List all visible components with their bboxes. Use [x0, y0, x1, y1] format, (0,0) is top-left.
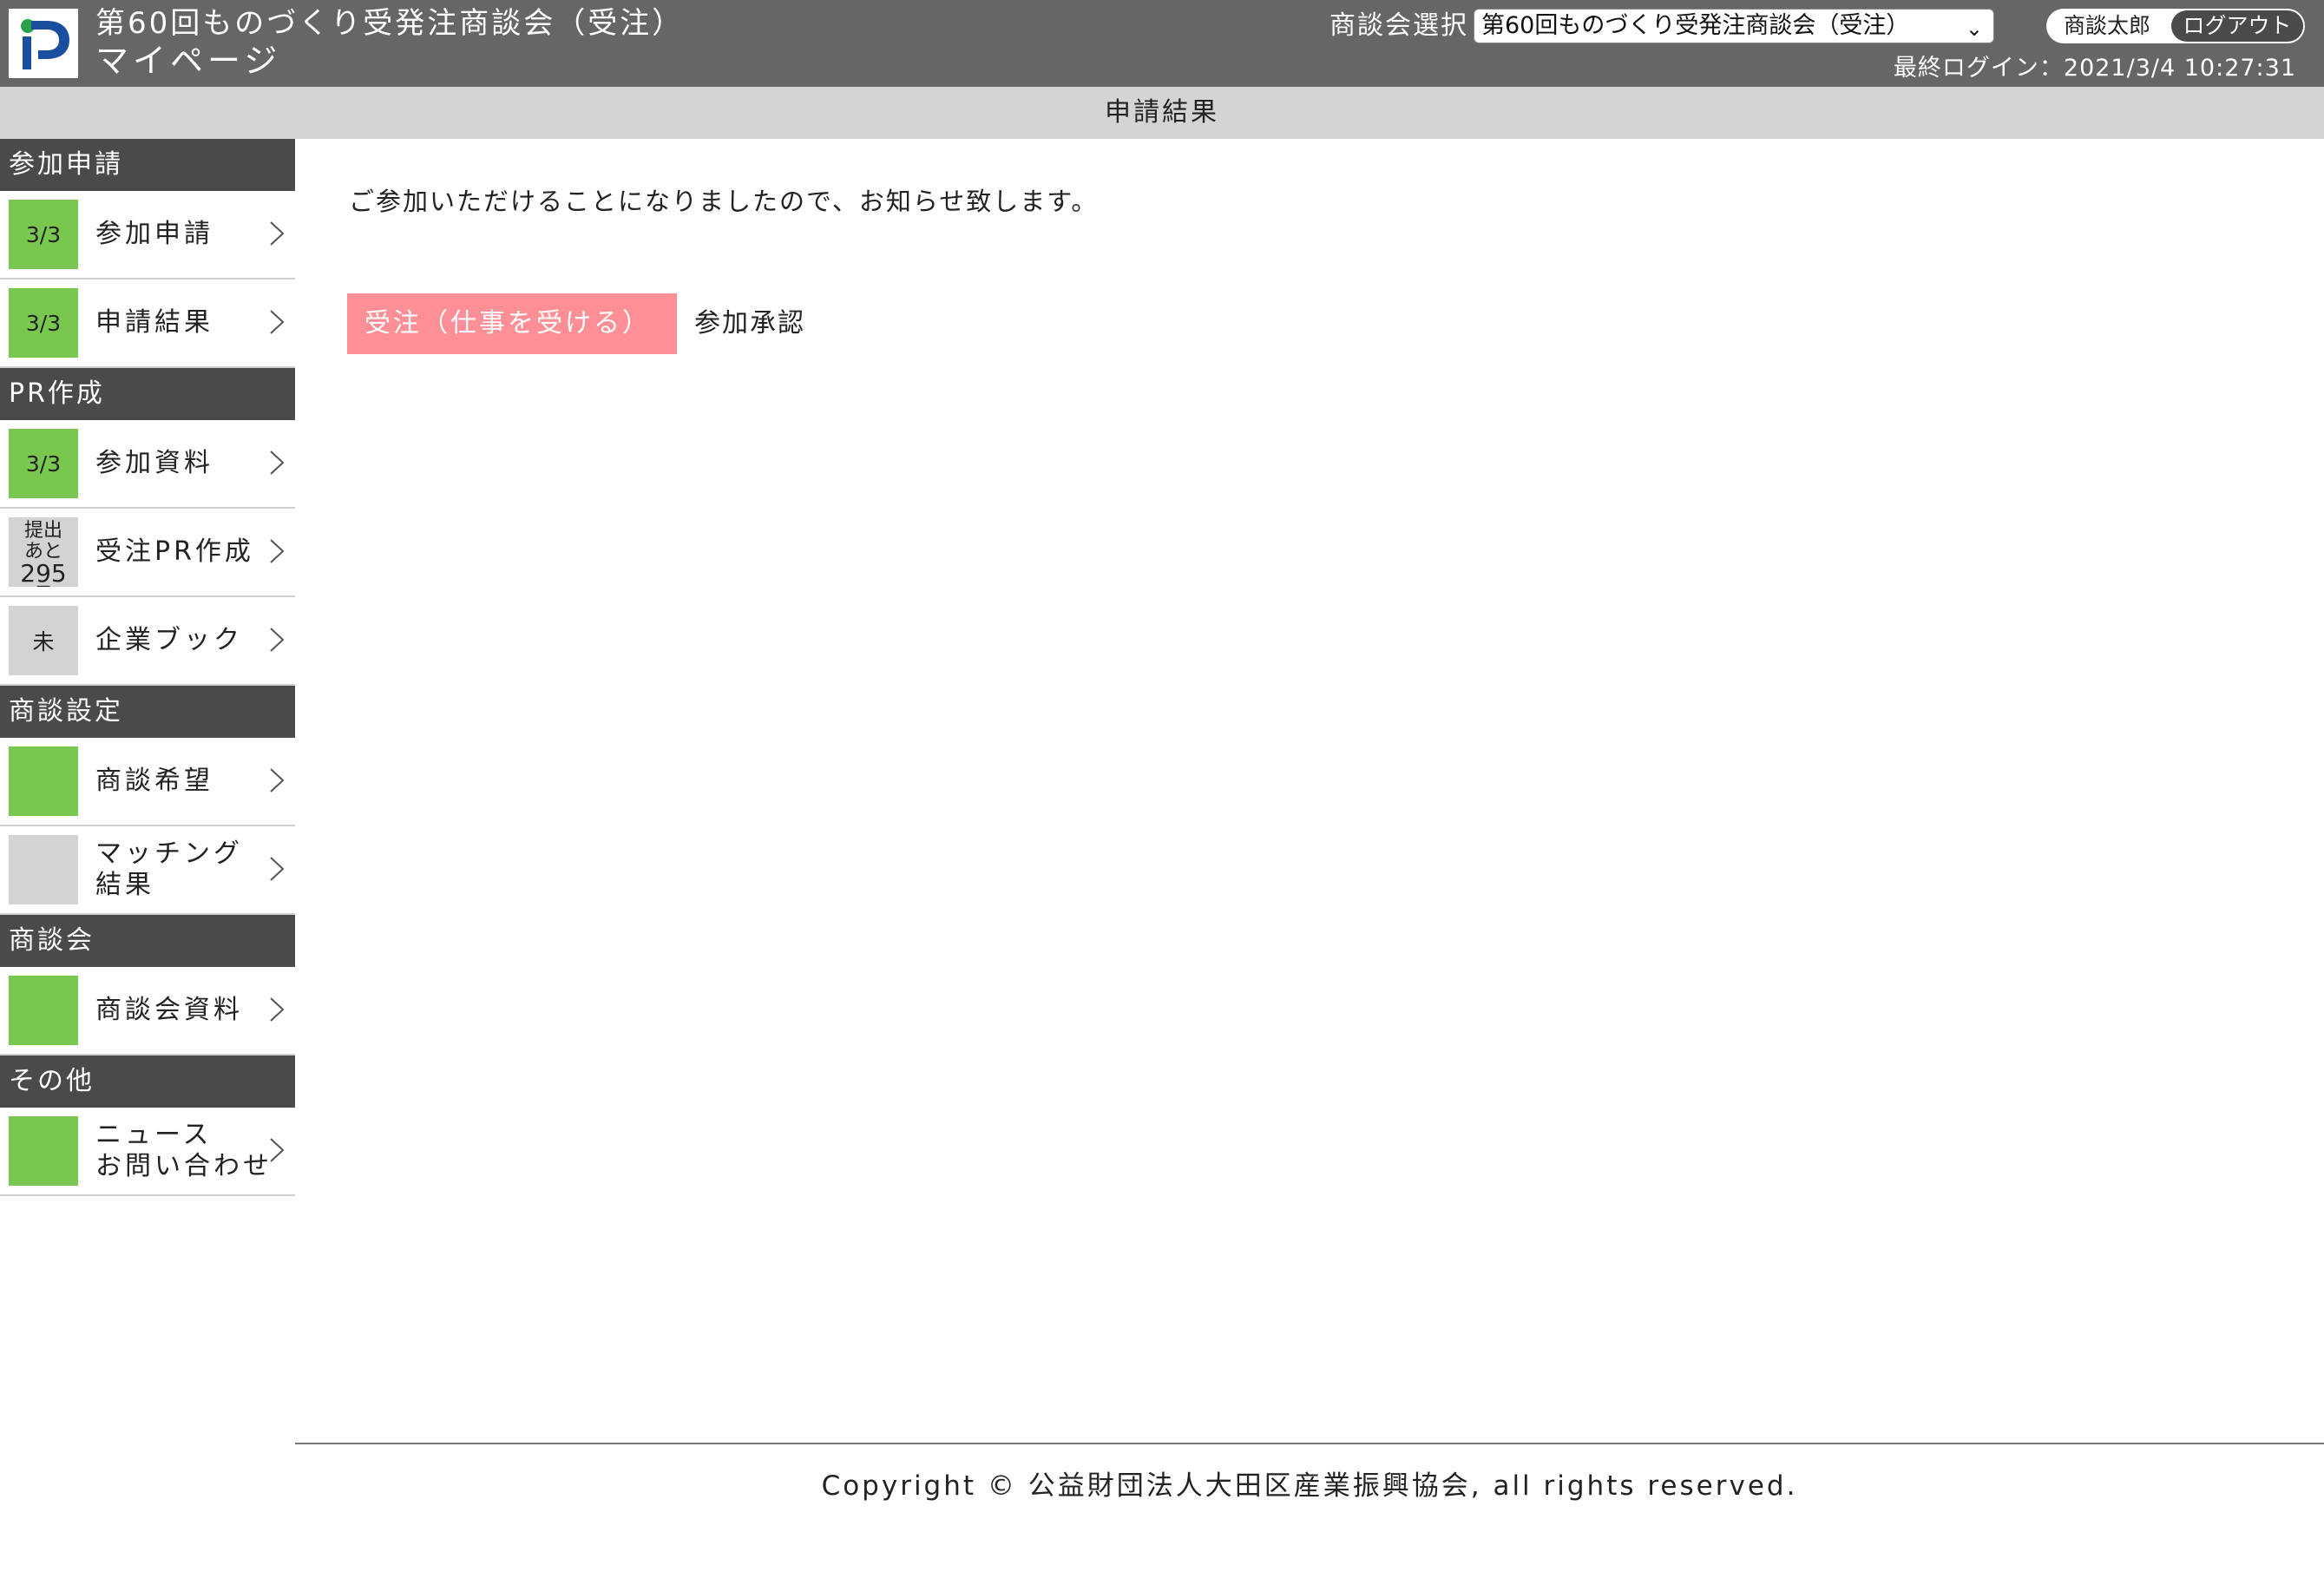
sidebar-section-application: 参加申請 [0, 139, 295, 191]
brand-logo[interactable] [9, 9, 78, 78]
sidebar-item-label: マッチング 結果 [95, 839, 243, 900]
sidebar-section-meeting: 商談会 [0, 915, 295, 967]
brand-logo-icon [9, 9, 78, 78]
participation-type-tag: 受注（仕事を受ける） [347, 293, 677, 354]
sidebar-item-participation-materials[interactable]: 3/3 参加資料 [0, 420, 295, 509]
sidebar-item-label: 商談希望 [95, 766, 213, 796]
chevron-down-icon: ⌄ [1965, 16, 1983, 41]
sidebar-item-label: 参加資料 [95, 448, 213, 478]
session-select-label: 商談会選択 [1329, 10, 1468, 41]
sidebar-item-news-contact[interactable]: ニュース お問い合わせ [0, 1108, 295, 1196]
sidebar-item-label: 企業ブック [95, 625, 243, 655]
deadline-badge-line: 日 [34, 585, 53, 588]
deadline-badge-line: 提出 [23, 520, 62, 542]
sidebar-item-label: 申請結果 [95, 307, 213, 338]
sidebar-section-pr: PR作成 [0, 368, 295, 420]
sidebar-item-order-pr[interactable]: 提出 あと 295 日 受注PR作成 [0, 509, 295, 597]
sidebar-item-label: 受注PR作成 [95, 536, 254, 567]
user-name: 商談太郎 [2064, 13, 2151, 38]
result-notice: ご参加いただけることになりましたので、お知らせ致します。 [349, 187, 1099, 216]
sidebar-item-company-book[interactable]: 未 企業ブック [0, 597, 295, 686]
progress-badge: 3/3 [9, 200, 78, 269]
sidebar-item-label: ニュース お問い合わせ [95, 1120, 272, 1181]
deadline-badge: 提出 あと 295 日 [9, 517, 78, 587]
sidebar-item-participation-application[interactable]: 3/3 参加申請 [0, 191, 295, 280]
copyright-text: Copyright © 公益財団法人大田区産業振興協会, all rights … [821, 1470, 1798, 1502]
sidebar-item-label: 参加申請 [95, 219, 213, 249]
status-badge [9, 835, 78, 904]
status-badge: 未 [9, 606, 78, 675]
sidebar-section-other: その他 [0, 1056, 295, 1108]
session-select[interactable]: 第60回ものづくり受発注商談会（受注） ⌄ [1474, 9, 1994, 43]
participation-status: 参加承認 [694, 308, 805, 339]
sidebar-item-meeting-materials[interactable]: 商談会資料 [0, 967, 295, 1056]
logout-button[interactable]: ログアウト [2171, 10, 2303, 42]
sidebar-item-meeting-request[interactable]: 商談希望 [0, 738, 295, 826]
sidebar-item-label: 商談会資料 [95, 995, 243, 1025]
sidebar-item-application-result[interactable]: 3/3 申請結果 [0, 280, 295, 368]
chevron-right-icon [270, 997, 285, 1022]
app-subtitle: マイページ [95, 42, 282, 80]
chevron-right-icon [270, 310, 285, 334]
progress-badge: 3/3 [9, 288, 78, 358]
deadline-badge-days: 295 [20, 559, 67, 587]
status-badge [9, 746, 78, 816]
session-select-value: 第60回ものづくり受発注商談会（受注） [1481, 12, 1910, 39]
chevron-right-icon [270, 628, 285, 652]
footer-divider [295, 1443, 2324, 1444]
sidebar-section-meeting-settings: 商談設定 [0, 686, 295, 738]
progress-badge: 3/3 [9, 429, 78, 498]
chevron-right-icon [270, 451, 285, 475]
chevron-right-icon [270, 1138, 285, 1162]
sidebar: 参加申請 3/3 参加申請 3/3 申請結果 PR作成 3/3 参加資料 提出 … [0, 139, 295, 1196]
chevron-right-icon [270, 857, 285, 881]
app-title: 第60回ものづくり受発注商談会（受注） [95, 6, 685, 41]
user-menu: 商談太郎 ログアウト [2046, 9, 2305, 43]
app-header: 第60回ものづくり受発注商談会（受注） マイページ 商談会選択 第60回ものづく… [0, 0, 2324, 87]
status-badge [9, 976, 78, 1045]
chevron-right-icon [270, 768, 285, 792]
last-login-info: 最終ログイン：2021/3/4 10:27:31 [1893, 55, 2296, 82]
page-title: 申請結果 [0, 87, 2324, 139]
chevron-right-icon [270, 221, 285, 246]
sidebar-item-matching-result[interactable]: マッチング 結果 [0, 826, 295, 915]
chevron-right-icon [270, 539, 285, 563]
status-badge [9, 1116, 78, 1186]
